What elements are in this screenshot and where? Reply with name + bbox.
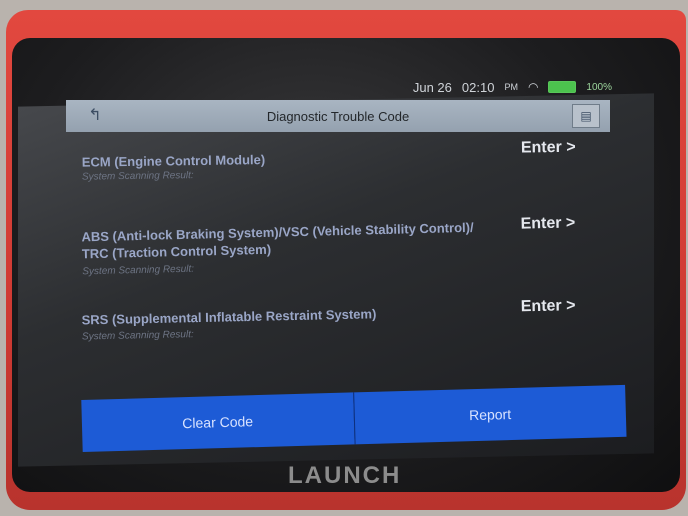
battery-percent: 100% — [586, 81, 612, 93]
system-list: ECM (Engine Control Module) System Scann… — [67, 139, 621, 370]
page-title: Diagnostic Trouble Code — [266, 108, 410, 124]
list-item[interactable]: ECM (Engine Control Module) System Scann… — [68, 138, 621, 218]
scan-tool-device: Jun 26 02:10 PM ◠ 100% ↰ Diagnostic Trou… — [6, 10, 686, 510]
system-subtitle: System Scanning Result: — [81, 329, 194, 343]
list-item[interactable]: SRS (Supplemental Inflatable Restraint S… — [67, 292, 620, 376]
brand-logo: LAUNCH — [288, 462, 402, 489]
status-date: Jun 26 — [412, 79, 452, 95]
report-button[interactable]: Report — [352, 384, 627, 445]
status-ampm: PM — [504, 82, 518, 92]
wifi-icon: ◠ — [527, 80, 539, 94]
list-item[interactable]: ABS (Anti-lock Braking System)/VSC (Vehi… — [67, 207, 621, 304]
menu-icon[interactable]: ▤ — [572, 104, 600, 128]
enter-button[interactable]: Enter > — [521, 297, 576, 316]
title-bar: ↰ Diagnostic Trouble Code ▤ — [66, 100, 610, 132]
enter-button[interactable]: Enter > — [520, 214, 575, 233]
status-bar: Jun 26 02:10 PM ◠ 100% — [413, 78, 612, 96]
system-title: ABS (Anti-lock Braking System)/VSC (Vehi… — [81, 219, 474, 262]
system-title: ECM (Engine Control Module) — [81, 152, 266, 170]
enter-button[interactable]: Enter > — [521, 139, 576, 158]
device-bezel: Jun 26 02:10 PM ◠ 100% ↰ Diagnostic Trou… — [12, 38, 680, 492]
back-arrow-icon[interactable]: ↰ — [80, 106, 110, 126]
system-subtitle: System Scanning Result: — [82, 263, 195, 278]
status-time: 02:10 — [461, 79, 495, 95]
system-subtitle: System Scanning Result: — [81, 170, 194, 183]
clear-code-button[interactable]: Clear Code — [81, 392, 355, 452]
battery-icon — [548, 81, 577, 93]
system-title: SRS (Supplemental Inflatable Restraint S… — [81, 306, 377, 328]
